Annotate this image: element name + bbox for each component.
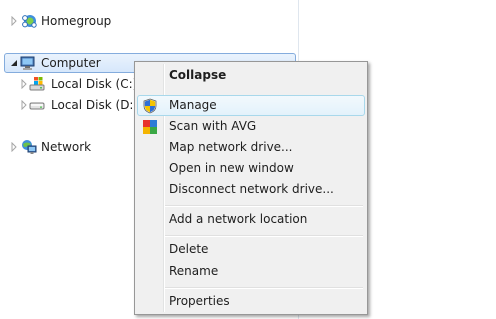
expand-arrow-icon[interactable] [9,142,19,152]
tree-item-local-disk-c[interactable]: Local Disk (C:) [19,74,139,94]
computer-icon [20,56,35,70]
tree-item-label: Local Disk (C:) [51,77,138,91]
menu-item-label: Collapse [169,68,227,82]
network-icon [22,140,37,154]
menu-item-label: Manage [169,98,217,112]
menu-item-label: Open in new window [169,161,294,175]
menu-item-map-network-drive[interactable]: Map network drive... [137,137,365,158]
tree-item-label: Homegroup [41,14,112,28]
collapse-arrow-icon[interactable] [9,58,19,68]
menu-separator [165,205,363,207]
menu-item-scan-with-avg[interactable]: Scan with AVG [137,116,365,137]
menu-item-label: Add a network location [169,212,308,226]
tree-item-homegroup[interactable]: Homegroup [9,11,209,31]
tree-item-local-disk-d[interactable]: Local Disk (D:) [19,95,139,115]
uac-shield-icon [143,98,157,114]
local-disk-windows-icon [29,77,45,91]
menu-item-label: Map network drive... [169,140,293,154]
context-menu: Collapse Manage Scan with AVG Map networ… [134,61,368,315]
tree-item-label: Local Disk (D:) [51,98,139,112]
expand-arrow-icon[interactable] [19,79,29,89]
menu-item-label: Properties [169,294,230,308]
menu-item-label: Scan with AVG [169,119,257,133]
menu-item-open-in-new-window[interactable]: Open in new window [137,158,365,179]
menu-item-disconnect-network-drive[interactable]: Disconnect network drive... [137,179,365,200]
expand-arrow-icon[interactable] [9,16,19,26]
menu-separator [165,235,363,237]
tree-item-label: Network [41,140,92,154]
menu-item-add-network-location[interactable]: Add a network location [137,209,365,230]
menu-item-manage[interactable]: Manage [137,95,365,116]
homegroup-icon [22,15,37,28]
tree-item-label: Computer [41,56,101,70]
menu-item-label: Delete [169,242,209,256]
local-disk-icon [29,102,45,110]
menu-item-rename[interactable]: Rename [137,261,365,282]
menu-item-delete[interactable]: Delete [137,239,365,260]
menu-item-label: Disconnect network drive... [169,182,334,196]
avg-icon [143,120,157,134]
menu-item-properties[interactable]: Properties [137,291,365,312]
expand-arrow-icon[interactable] [19,100,29,110]
menu-separator [165,287,363,289]
menu-item-collapse[interactable]: Collapse [137,65,365,86]
menu-item-label: Rename [169,264,219,278]
